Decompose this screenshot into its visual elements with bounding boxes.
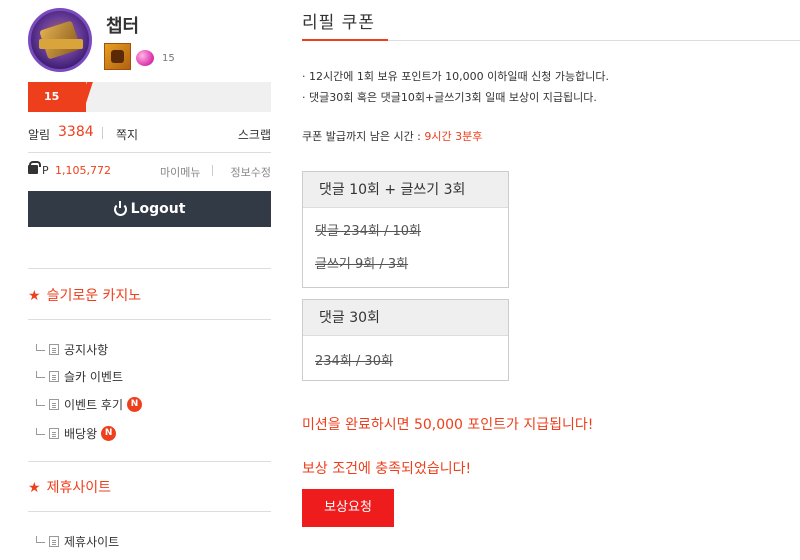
- logout-label: Logout: [130, 201, 186, 217]
- alarm-link[interactable]: 알림: [28, 126, 50, 143]
- profile-card: 챕터 15: [28, 8, 271, 74]
- divider: [28, 319, 271, 320]
- mission-reward-text: 미션을 완료하시면 50,000 포인트가 지급됩니다!: [302, 417, 594, 433]
- points-divider: [212, 165, 213, 176]
- star-icon: ★: [28, 480, 41, 496]
- tree-branch-icon: [36, 343, 45, 351]
- tree-branch-icon: [36, 535, 45, 543]
- remaining-time: 쿠폰 발급까지 남은 시간 : 9시간 3분후: [302, 128, 482, 144]
- stats-divider: [102, 127, 103, 139]
- avatar[interactable]: [28, 8, 92, 72]
- note-line: · 댓글30회 혹은 댓글10회+글쓰기3회 일때 보상이 지급됩니다.: [302, 91, 597, 104]
- mission-box-title: 댓글 10회 + 글쓰기 3회: [303, 172, 508, 208]
- document-icon: [49, 343, 59, 355]
- tree-branch-icon: [36, 427, 45, 435]
- divider: [28, 511, 271, 512]
- edit-info-link[interactable]: 정보수정: [231, 164, 271, 180]
- document-icon: [49, 370, 59, 382]
- sidebar-item-event-review[interactable]: 이벤트 후기 N: [36, 395, 143, 413]
- logout-button[interactable]: Logout: [28, 191, 271, 227]
- points-label: P: [42, 164, 49, 177]
- tree-branch-icon: [36, 370, 45, 378]
- mission-progress-row: 글쓰기 9회 / 3회: [315, 257, 409, 272]
- document-icon: [49, 427, 59, 439]
- sidebar-item-dividend-king[interactable]: 배당왕 N: [36, 424, 117, 442]
- level-badge-icon: [104, 43, 131, 70]
- new-badge: N: [101, 425, 117, 441]
- section-title-label: 제휴사이트: [46, 480, 111, 496]
- points-value: 1,105,772: [55, 164, 111, 177]
- sidebar: 챕터 15 15 알림 3384 쪽지 스크랩 P 1,105,772 마이메뉴…: [28, 0, 271, 560]
- mission-progress-row: 234회 / 30회: [315, 354, 393, 369]
- sidebar-item-notice[interactable]: 공지사항: [36, 340, 108, 358]
- coupon-notes: · 12시간에 1회 보유 포인트가 10,000 이하일때 신청 가능합니다.…: [302, 66, 609, 108]
- mission-box-comment: 댓글 30회 234회 / 30회: [302, 299, 509, 381]
- condition-met-text: 보상 조건에 충족되었습니다!: [302, 461, 472, 477]
- user-stats: 알림 3384 쪽지 스크랩: [28, 124, 271, 144]
- note-line: · 12시간에 1회 보유 포인트가 10,000 이하일때 신청 가능합니다.: [302, 70, 609, 83]
- tree-branch-icon: [36, 398, 45, 406]
- sidebar-item-partner-site[interactable]: 제휴사이트: [36, 532, 119, 550]
- sidebar-item-event[interactable]: 슬카 이벤트: [36, 367, 123, 385]
- avatar-banner: [39, 39, 83, 49]
- page-title: 리필 쿠폰: [302, 13, 375, 33]
- sidebar-item-label: 배당왕: [64, 426, 98, 441]
- mission-progress-row: 댓글 234회 / 10회: [315, 224, 421, 239]
- reward-request-button[interactable]: 보상요청: [302, 489, 394, 527]
- document-icon: [49, 535, 59, 547]
- sidebar-item-label: 공지사항: [64, 342, 109, 357]
- new-badge: N: [127, 396, 143, 412]
- nickname: 챕터: [106, 16, 140, 37]
- points-row: P 1,105,772 마이메뉴 정보수정: [28, 161, 271, 180]
- remaining-time-label: 쿠폰 발급까지 남은 시간 :: [302, 130, 425, 143]
- power-icon: [113, 200, 127, 216]
- star-icon: ★: [28, 288, 41, 304]
- mission-box-comment-post: 댓글 10회 + 글쓰기 3회 댓글 234회 / 10회 글쓰기 9회 / 3…: [302, 171, 509, 288]
- section-title-label: 슬기로운 카지노: [46, 288, 142, 304]
- sidebar-item-label: 이벤트 후기: [64, 397, 124, 412]
- section-title-casino[interactable]: ★ 슬기로운 카지노: [28, 285, 141, 305]
- gift-icon: [28, 161, 41, 174]
- document-icon: [49, 398, 59, 410]
- my-menu-link[interactable]: 마이메뉴: [160, 164, 200, 180]
- alarm-count[interactable]: 3384: [58, 124, 94, 140]
- main-content: 리필 쿠폰 · 12시간에 1회 보유 포인트가 10,000 이하일때 신청 …: [302, 0, 800, 560]
- divider: [28, 152, 271, 153]
- mission-box-title: 댓글 30회: [303, 300, 508, 336]
- section-title-partners[interactable]: ★ 제휴사이트: [28, 477, 111, 497]
- gem-count: 15: [162, 53, 175, 64]
- divider: [28, 268, 271, 269]
- level-progress-bar: 15: [28, 82, 271, 112]
- remaining-time-value: 9시간 3분후: [424, 130, 483, 143]
- divider: [28, 461, 271, 462]
- level-number: 15: [44, 90, 60, 103]
- title-underline: [302, 39, 388, 41]
- sidebar-item-label: 슬카 이벤트: [64, 369, 124, 384]
- message-link[interactable]: 쪽지: [116, 126, 138, 143]
- sidebar-item-label: 제휴사이트: [64, 534, 120, 549]
- gem-icon: [136, 50, 154, 66]
- scrap-link[interactable]: 스크랩: [238, 126, 271, 143]
